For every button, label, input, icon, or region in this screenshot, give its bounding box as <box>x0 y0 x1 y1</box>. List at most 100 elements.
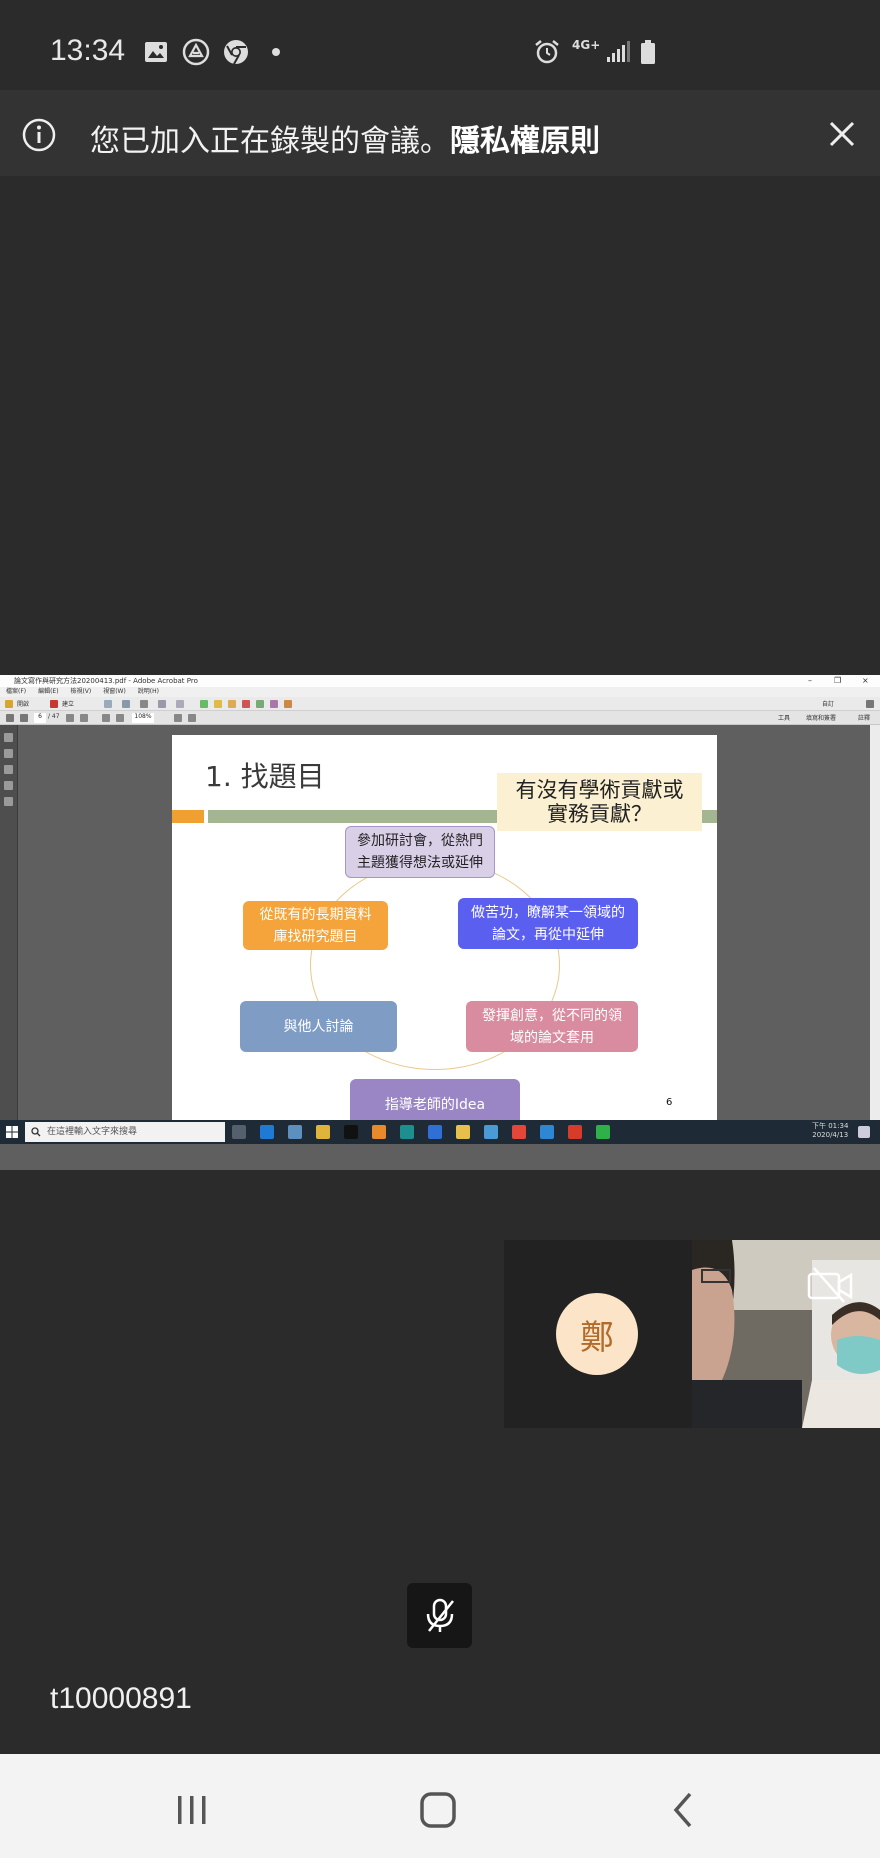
signal-icon <box>607 41 630 62</box>
participant-avatar-tile[interactable]: 鄭 <box>504 1240 692 1428</box>
taskbar-clock-date: 2020/4/13 <box>812 1131 849 1139</box>
android-nav-bar <box>0 1754 880 1858</box>
alarm-icon <box>535 40 559 64</box>
acrobat-icon[interactable] <box>568 1125 582 1139</box>
tool-4-icon[interactable] <box>242 700 250 708</box>
node-upper-left: 從既有的長期資料庫找研究題目 <box>243 901 388 950</box>
menu-edit[interactable]: 編輯(E) <box>38 688 58 695</box>
tool-7-icon[interactable] <box>284 700 292 708</box>
expand-icon[interactable] <box>866 700 874 708</box>
tool-2-icon[interactable] <box>214 700 222 708</box>
store-icon[interactable] <box>288 1125 302 1139</box>
hand-tool-icon[interactable] <box>80 714 88 722</box>
taskbar-clock[interactable]: 下午 01:34 2020/4/13 <box>812 1122 848 1140</box>
search-icon <box>31 1127 41 1137</box>
avatar: 鄭 <box>556 1293 638 1375</box>
navigation-toolbar: 6 / 47 108% 工具 填寫和簽署 註釋 <box>0 711 880 725</box>
tool-6-icon[interactable] <box>270 700 278 708</box>
mute-microphone-button[interactable] <box>407 1583 472 1648</box>
prev-page-icon[interactable] <box>6 714 14 722</box>
app-notification-icon <box>182 38 210 66</box>
page-thumbnails-icon[interactable] <box>4 733 13 742</box>
shared-screen[interactable]: 論文寫作與研究方法20200413.pdf - Adobe Acrobat Pr… <box>0 675 880 1170</box>
task-view-icon[interactable] <box>232 1125 246 1139</box>
open-button[interactable]: 開啟 <box>17 699 29 708</box>
meeting-id: t10000891 <box>50 1682 192 1715</box>
app-teal-icon[interactable] <box>400 1125 414 1139</box>
minimize-icon[interactable]: – <box>808 675 812 687</box>
email-icon[interactable] <box>176 700 184 708</box>
battery-icon <box>641 40 655 64</box>
node-top: 參加研討會，從熱門主題獲得想法或延伸 <box>345 826 495 878</box>
mic-off-icon <box>426 1598 454 1632</box>
print-icon[interactable] <box>140 700 148 708</box>
ie-icon[interactable] <box>540 1125 554 1139</box>
open-folder-icon[interactable] <box>5 700 13 708</box>
privacy-policy-link[interactable]: 隱私權原則 <box>450 124 600 159</box>
comment-tab[interactable]: 註釋 <box>858 713 870 722</box>
chrome-icon <box>224 40 248 65</box>
attachments-icon[interactable] <box>4 765 13 774</box>
terminal-icon[interactable] <box>344 1125 358 1139</box>
window-close-icon[interactable]: × <box>862 675 869 687</box>
edit-icon[interactable] <box>158 700 166 708</box>
tools-tab[interactable]: 工具 <box>778 713 790 722</box>
folder-icon[interactable] <box>456 1125 470 1139</box>
select-tool-icon[interactable] <box>66 714 74 722</box>
node-lower-right: 發揮創意，從不同的領域的論文套用 <box>466 1001 638 1052</box>
app-orange-icon[interactable] <box>372 1125 386 1139</box>
menu-view[interactable]: 檢視(V) <box>70 688 91 695</box>
menu-window[interactable]: 視窗(W) <box>103 688 126 695</box>
tool-5-icon[interactable] <box>256 700 264 708</box>
menu-help[interactable]: 說明(H) <box>138 688 159 695</box>
status-bar: 13:34 4G+ <box>0 0 880 90</box>
info-icon <box>22 118 56 152</box>
node-lower-left: 與他人討論 <box>240 1001 397 1052</box>
customize-button[interactable]: 自訂 <box>822 699 834 708</box>
layers-icon[interactable] <box>4 781 13 790</box>
vertical-scrollbar[interactable] <box>870 725 880 1120</box>
navigation-pane <box>0 725 18 1120</box>
home-icon[interactable] <box>418 1790 458 1830</box>
page-total: / 47 <box>48 713 60 720</box>
windows-taskbar: 在這裡輸入文字來搜尋 下午 01:34 2020/4/13 <box>0 1120 880 1144</box>
slide-stripe-orange <box>172 810 204 823</box>
recent-apps-icon[interactable] <box>172 1790 212 1830</box>
create-button[interactable]: 建立 <box>62 699 74 708</box>
signatures-icon[interactable] <box>4 797 13 806</box>
fit-width-icon[interactable] <box>188 714 196 722</box>
zoom-out-icon[interactable] <box>102 714 110 722</box>
slide-title: 1. 找題目 <box>205 760 325 793</box>
status-time: 13:34 <box>50 34 126 67</box>
zoom-in-icon[interactable] <box>116 714 124 722</box>
pdf-slide: 1. 找題目 有沒有學術貢獻或 實務貢獻？ 參加研討會，從熱門主題獲得想法或延伸… <box>172 735 717 1120</box>
app-blue-icon[interactable] <box>428 1125 442 1139</box>
app-network-icon[interactable] <box>484 1125 498 1139</box>
back-icon[interactable] <box>664 1790 704 1830</box>
menu-file[interactable]: 檔案(F) <box>6 688 26 695</box>
taskbar-clock-time: 下午 01:34 <box>812 1122 849 1130</box>
restore-icon[interactable]: ❐ <box>834 675 841 687</box>
bookmarks-icon[interactable] <box>4 749 13 758</box>
sign-tab[interactable]: 填寫和簽署 <box>806 713 836 722</box>
page-number-field[interactable]: 6 <box>34 713 46 723</box>
network-type-label: 4G+ <box>572 38 601 52</box>
close-icon[interactable] <box>828 120 856 148</box>
line-icon[interactable] <box>596 1125 610 1139</box>
create-pdf-icon[interactable] <box>50 700 58 708</box>
zoom-field[interactable]: 108% <box>132 713 154 723</box>
notification-center-icon[interactable] <box>858 1126 870 1138</box>
edge-icon[interactable] <box>260 1125 274 1139</box>
switch-camera-icon[interactable] <box>806 1262 854 1306</box>
save-icon[interactable] <box>104 700 112 708</box>
chrome-taskbar-icon[interactable] <box>512 1125 526 1139</box>
windows-start-icon[interactable] <box>6 1126 18 1138</box>
next-page-icon[interactable] <box>20 714 28 722</box>
taskbar-search-input[interactable]: 在這裡輸入文字來搜尋 <box>25 1122 225 1142</box>
comment-icon[interactable] <box>228 700 236 708</box>
tool-1-icon[interactable] <box>200 700 208 708</box>
more-notifications-dot <box>272 48 280 56</box>
file-explorer-icon[interactable] <box>316 1125 330 1139</box>
fit-page-icon[interactable] <box>174 714 182 722</box>
upload-icon[interactable] <box>122 700 130 708</box>
